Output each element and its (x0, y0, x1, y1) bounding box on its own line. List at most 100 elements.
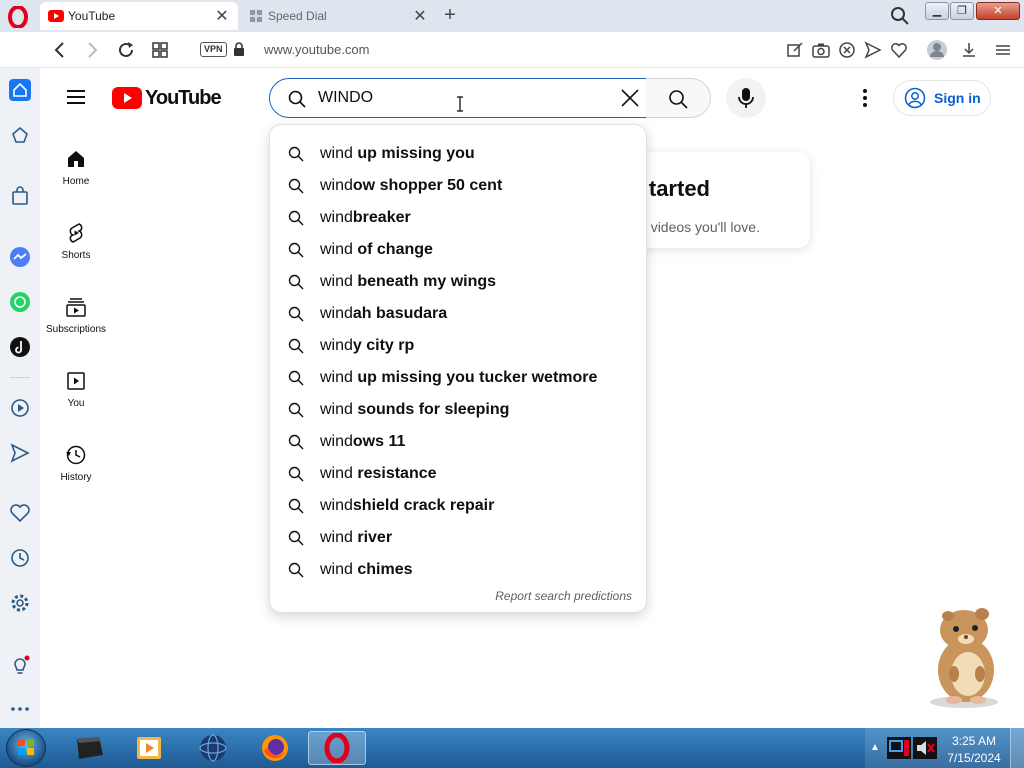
guide-item-shorts[interactable]: Shorts (40, 222, 112, 284)
tab-search-icon[interactable] (890, 6, 910, 26)
suggestion-item[interactable]: wind ows 11 (270, 426, 646, 458)
tab-speed-dial[interactable]: Speed Dial ✕ (240, 2, 436, 30)
show-desktop-button[interactable] (1010, 728, 1024, 768)
flow-send-icon[interactable] (9, 442, 31, 464)
clock-date[interactable]: 7/15/2024 (940, 751, 1008, 765)
heart-icon[interactable] (890, 41, 908, 59)
suggestion-item[interactable]: wind beneath my wings (270, 266, 646, 298)
lock-icon[interactable] (233, 42, 245, 56)
sign-in-button[interactable]: Sign in (893, 80, 991, 116)
taskbar-app-firefox[interactable] (246, 731, 304, 765)
pinboards-icon[interactable] (9, 124, 31, 146)
search-button[interactable] (646, 78, 711, 118)
suggestion-item[interactable]: wind chimes (270, 554, 646, 586)
suggestion-item[interactable]: wind shield crack repair (270, 490, 646, 522)
settings-kebab-icon[interactable] (855, 86, 875, 110)
download-icon[interactable] (960, 41, 978, 59)
guide-menu-icon[interactable] (65, 86, 87, 108)
hamster-desktop-pet[interactable] (918, 604, 1008, 710)
tab-youtube[interactable]: YouTube ✕ (40, 2, 238, 30)
speed-dial-icon[interactable] (150, 40, 170, 60)
more-options-icon[interactable] (9, 698, 31, 720)
guide-item-home[interactable]: Home (40, 148, 112, 210)
window-restore-button[interactable]: ❐ (950, 2, 974, 20)
search-icon (288, 530, 304, 546)
new-tab-button[interactable]: + (440, 4, 460, 26)
account-circle-icon (904, 87, 926, 109)
suggestion-completion: chimes (352, 561, 413, 578)
suggestion-item[interactable]: wind of change (270, 234, 646, 266)
suggestion-prefix: wind (320, 433, 353, 450)
search-icon (288, 370, 304, 386)
clear-search-icon[interactable] (620, 88, 640, 108)
profile-avatar-icon[interactable] (926, 39, 948, 61)
windows-taskbar: ▲ (0, 728, 1024, 768)
bookmarks-heart-icon[interactable] (9, 502, 31, 524)
shopping-bag-icon[interactable] (9, 185, 31, 207)
suggestion-item[interactable]: wind up missing you tucker wetmore (270, 362, 646, 394)
youtube-logo[interactable]: YouTube (112, 86, 222, 110)
guide-label: History (60, 472, 92, 483)
window-minimize-button[interactable]: ▁ (925, 2, 949, 20)
guide-label: Home (62, 176, 90, 187)
suggestion-item[interactable]: wind y city rp (270, 330, 646, 362)
shorts-icon (69, 223, 83, 243)
clock-time[interactable]: 3:25 AM (940, 734, 1008, 748)
messenger-icon[interactable] (9, 246, 31, 268)
suggestion-completion: up missing you tucker wetmore (352, 369, 598, 386)
voice-search-button[interactable] (726, 78, 766, 118)
back-icon[interactable] (50, 40, 70, 60)
microphone-icon (738, 88, 754, 108)
search-icon (288, 498, 304, 514)
tray-recording-icon[interactable] (886, 736, 912, 760)
suggestion-item[interactable]: wind breaker (270, 202, 646, 234)
suggestion-item[interactable]: wind ah basudara (270, 298, 646, 330)
url-text[interactable]: www.youtube.com (264, 42, 370, 57)
report-search-predictions-link[interactable]: Report search predictions (495, 589, 632, 603)
reload-icon[interactable] (116, 40, 136, 60)
forward-icon[interactable] (82, 40, 102, 60)
snapshot-camera-icon[interactable] (812, 41, 830, 59)
adblock-icon[interactable] (838, 41, 856, 59)
search-box (269, 78, 647, 118)
guide-item-you[interactable]: You (40, 370, 112, 432)
suggestion-completion: ow shopper 50 cent (352, 177, 503, 194)
suggestion-completion: breaker (352, 209, 411, 226)
tips-lightbulb-icon[interactable] (9, 654, 31, 676)
taskbar-app-globe[interactable] (184, 731, 242, 765)
vpn-badge[interactable]: VPN (200, 42, 227, 57)
guide-item-history[interactable]: History (40, 444, 112, 506)
suggestion-item[interactable]: wind up missing you (270, 138, 646, 170)
guide-item-subscriptions[interactable]: Subscriptions (40, 296, 112, 358)
tiktok-icon[interactable] (9, 336, 31, 358)
window-close-button[interactable]: ✕ (976, 2, 1020, 20)
tray-volume-muted-icon[interactable] (912, 736, 938, 760)
search-icon (288, 242, 304, 258)
tab-close-icon[interactable]: ✕ (412, 6, 428, 26)
suggestion-item[interactable]: wind ow shopper 50 cent (270, 170, 646, 202)
home-speed-dial-icon[interactable] (9, 79, 31, 101)
home-icon (68, 151, 84, 167)
edit-share-icon[interactable] (786, 41, 804, 59)
show-hidden-icons-icon[interactable]: ▲ (870, 742, 880, 753)
taskbar-app-opera[interactable] (308, 731, 366, 765)
suggestion-item[interactable]: wind resistance (270, 458, 646, 490)
opera-menu-icon[interactable] (6, 6, 30, 28)
suggestion-item[interactable]: wind sounds for sleeping (270, 394, 646, 426)
suggestion-item[interactable]: wind river (270, 522, 646, 554)
taskbar-app-terminal[interactable] (60, 731, 118, 765)
send-icon[interactable] (864, 41, 882, 59)
opera-browser-icon (324, 733, 350, 763)
tab-title: YouTube (68, 9, 116, 23)
suggestion-prefix: wind (320, 561, 353, 578)
whatsapp-icon[interactable] (9, 291, 31, 313)
taskbar-app-media-player[interactable] (120, 731, 178, 765)
suggestion-prefix: wind (320, 465, 353, 482)
start-button[interactable] (6, 729, 46, 767)
tab-close-icon[interactable]: ✕ (214, 6, 230, 26)
suggestion-completion: river (352, 529, 393, 546)
settings-gear-icon[interactable] (9, 592, 31, 614)
history-clock-icon[interactable] (9, 547, 31, 569)
player-icon[interactable] (9, 397, 31, 419)
easy-setup-icon[interactable] (994, 41, 1012, 59)
